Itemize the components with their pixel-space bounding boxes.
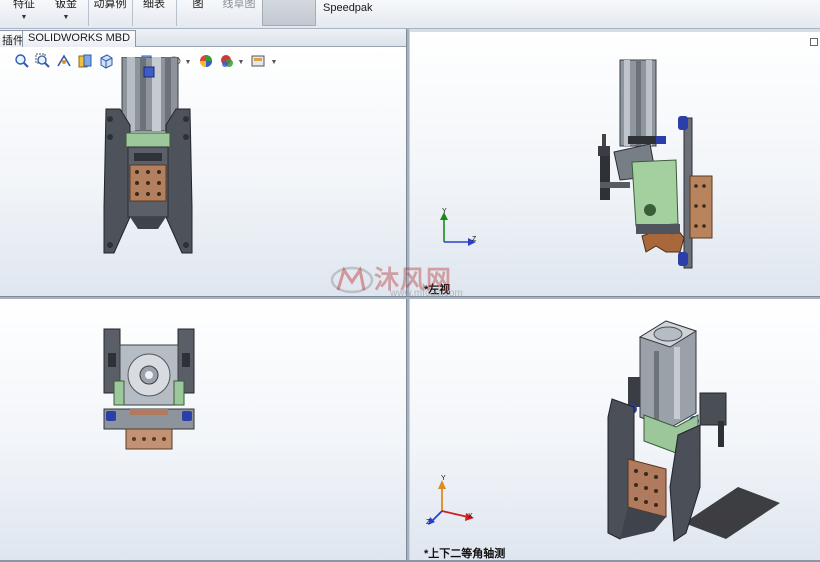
front-view-model bbox=[103, 57, 193, 254]
chevron-down-icon[interactable]: ▼ bbox=[237, 55, 245, 71]
viewport-isometric[interactable]: Y X Z *上下二等角轴测 bbox=[410, 299, 820, 560]
zoom-to-fit-icon[interactable] bbox=[14, 53, 30, 69]
viewport-left[interactable]: Y Z *左视 bbox=[410, 32, 820, 296]
ribbon-separator bbox=[176, 0, 177, 26]
bom-table-tab[interactable]: 细表 bbox=[138, 0, 170, 28]
motion-study-tab-label: 动算例 bbox=[93, 0, 127, 10]
viewport-splitter-horizontal[interactable] bbox=[0, 296, 820, 299]
chevron-down-icon[interactable]: ▼ bbox=[270, 55, 278, 71]
chevron-down-icon[interactable]: ▼ bbox=[8, 14, 40, 21]
viewport-top[interactable] bbox=[0, 299, 406, 560]
ribbon-separator bbox=[132, 0, 133, 26]
selected-ribbon-button[interactable] bbox=[262, 0, 316, 26]
view-name-isometric: *上下二等角轴测 bbox=[424, 548, 506, 560]
top-view-model bbox=[103, 328, 195, 450]
isometric-view-model bbox=[607, 320, 780, 542]
drawing-tab[interactable]: 图 bbox=[184, 0, 212, 28]
motion-study-tab[interactable]: 动算例 bbox=[92, 0, 128, 28]
section-view-icon[interactable] bbox=[77, 53, 93, 69]
command-tab-bar: 插件 SOLIDWORKS MBD bbox=[0, 29, 406, 47]
chevron-down-icon[interactable]: ▼ bbox=[50, 14, 82, 21]
sheet-metal-tab[interactable]: 钣金 ▼ bbox=[50, 0, 82, 28]
command-manager-ribbon: 特征 ▼ 钣金 ▼ 动算例 细表 图 线草图 Speedpak bbox=[0, 0, 820, 29]
apply-scene-icon[interactable] bbox=[219, 53, 235, 69]
view-settings-icon[interactable] bbox=[250, 53, 266, 69]
zoom-area-icon[interactable] bbox=[35, 53, 51, 69]
line-sketch-tab[interactable]: 线草图 bbox=[218, 0, 260, 28]
left-view-model bbox=[598, 59, 713, 269]
sheet-metal-tab-label: 钣金 bbox=[55, 0, 77, 10]
view-name-left: *左视 bbox=[424, 284, 451, 296]
axis-z-label: Z bbox=[472, 236, 477, 243]
viewport-restore-button[interactable] bbox=[810, 38, 818, 46]
axis-y-label: Y bbox=[441, 475, 446, 482]
features-tab[interactable]: 特征 ▼ bbox=[8, 0, 40, 28]
edit-appearance-icon[interactable] bbox=[198, 53, 214, 69]
previous-view-icon[interactable] bbox=[56, 53, 72, 69]
axis-y-label: Y bbox=[442, 208, 447, 215]
triad-axes-iso bbox=[428, 480, 474, 525]
speedpak-button[interactable]: Speedpak bbox=[323, 2, 373, 14]
axis-z-label: Z bbox=[426, 519, 431, 526]
features-tab-label: 特征 bbox=[13, 0, 35, 10]
bom-table-tab-label: 细表 bbox=[143, 0, 165, 10]
tab-solidworks-mbd[interactable]: SOLIDWORKS MBD bbox=[22, 30, 137, 47]
viewport-front[interactable]: ▼ ▼ ▼ ▼ bbox=[0, 47, 406, 296]
ribbon-separator bbox=[88, 0, 89, 26]
axis-x-label: X bbox=[468, 513, 473, 520]
line-sketch-tab-label: 线草图 bbox=[222, 0, 256, 10]
drawing-tab-label: 图 bbox=[192, 0, 204, 10]
